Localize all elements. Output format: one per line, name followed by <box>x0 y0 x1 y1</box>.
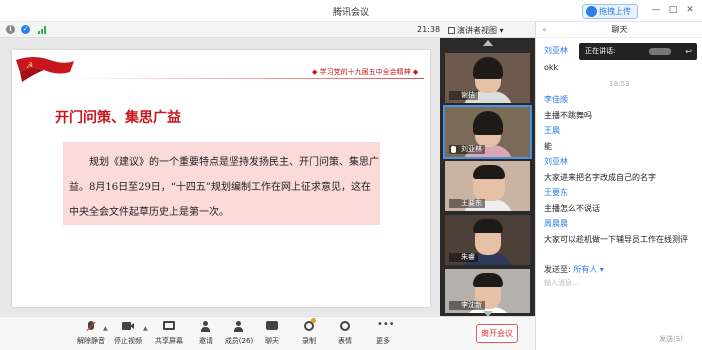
participant-name: 谢桔 <box>449 91 478 100</box>
chat-header: « 聊天 <box>536 22 702 38</box>
chat-icon <box>266 321 278 332</box>
meeting-clock: 21:38 <box>417 25 441 34</box>
upload-label: 拖拽上传 <box>599 7 631 16</box>
participant-name-text: 刘亚林 <box>461 145 482 153</box>
emoji-button[interactable]: 表情 <box>328 321 362 349</box>
message-author[interactable]: 王要东 <box>544 187 568 198</box>
presentation-slide: ☭ ◆ 学习党的十九届五中全会精神 ◆ 开门问策、集思广益 规划《建议》的一个重… <box>12 50 430 307</box>
maximize-button[interactable]: □ <box>668 5 678 15</box>
more-icon: ••• <box>377 319 395 330</box>
more-label: 更多 <box>376 337 390 345</box>
message-author[interactable]: 王晨 <box>544 125 560 136</box>
share-screen-button[interactable]: 共享屏幕 <box>152 321 186 349</box>
video-tile[interactable]: 刘亚林 <box>443 105 532 159</box>
share-screen-icon <box>163 321 175 332</box>
chat-label: 聊天 <box>265 337 279 345</box>
speaking-label: 正在讲话: <box>585 47 616 55</box>
collapse-icon[interactable]: « <box>542 22 547 38</box>
message-author[interactable]: 刘亚林 <box>544 156 568 167</box>
shield-icon[interactable]: ✓ <box>21 25 30 34</box>
participant-name: 朱睿 <box>449 253 478 262</box>
chat-input[interactable]: 输入消息... <box>544 278 694 330</box>
message-timestamp: 18:53 <box>609 80 630 88</box>
record-button[interactable]: 录制 <box>292 318 326 349</box>
speaker-name-blurred <box>649 48 671 55</box>
meeting-toolbar: 解除静音 ▲ 停止视频 ▲ 共享屏幕 邀请 成员(26) 聊天 录制 表情 ••… <box>0 316 535 350</box>
mic-off-icon <box>85 321 97 332</box>
emoji-icon <box>339 321 351 332</box>
record-icon <box>303 318 316 332</box>
message-text: 能 <box>544 142 552 151</box>
view-label: 演讲者视图 <box>457 26 497 35</box>
stop-video-label: 停止视频 <box>114 337 142 345</box>
party-flag-icon: ☭ <box>16 57 74 82</box>
invite-button[interactable]: 邀请 <box>189 321 223 349</box>
emoji-label: 表情 <box>338 337 352 345</box>
message-author[interactable]: 李佳顺 <box>544 94 568 105</box>
send-button[interactable]: 发送(S) <box>659 334 683 344</box>
members-label: 成员(26) <box>224 337 254 345</box>
slide-header: ◆ 学习党的十九届五中全会精神 ◆ <box>312 68 419 76</box>
video-options-icon[interactable]: ▲ <box>143 325 148 332</box>
share-screen-label: 共享屏幕 <box>155 337 183 345</box>
chevron-down-icon: ▾ <box>499 26 504 35</box>
signal-icon <box>38 26 46 34</box>
stop-video-button[interactable]: 停止视频 <box>111 321 145 349</box>
message-text: 主播怎么不说话 <box>544 204 600 213</box>
message-text: 大家进来把名字改成自己的名字 <box>544 173 656 182</box>
chevron-down-icon[interactable]: ▾ <box>597 265 604 274</box>
video-tile[interactable]: 王要东 <box>445 161 530 211</box>
speaking-indicator: 正在讲话: ↩ <box>579 43 697 60</box>
message-text: okk <box>544 63 559 72</box>
shared-screen: ☭ ◆ 学习党的十九届五中全会精神 ◆ 开门问策、集思广益 规划《建议》的一个重… <box>0 38 440 316</box>
title-bar: 腾讯会议 拖拽上传 — □ ✕ <box>0 0 702 22</box>
cloud-icon <box>586 6 597 17</box>
mic-options-icon[interactable]: ▲ <box>103 325 108 332</box>
message-author[interactable]: 刘亚林 <box>544 45 568 56</box>
scroll-up-icon[interactable] <box>483 40 493 46</box>
more-button[interactable]: ••• 更多 <box>366 319 400 349</box>
video-tile[interactable]: 谢桔 <box>445 53 530 103</box>
speaker-view-dropdown[interactable]: 演讲者视图 ▾ <box>448 25 508 36</box>
record-label: 录制 <box>302 337 316 345</box>
svg-text:☭: ☭ <box>26 61 33 70</box>
slide-body: 规划《建议》的一个重要特点是坚持发扬民主、开门问策、集思广益。8月16日至29日… <box>69 157 379 218</box>
invite-label: 邀请 <box>199 337 213 345</box>
video-icon <box>122 321 134 332</box>
upload-button[interactable]: 拖拽上传 <box>582 4 638 19</box>
send-to-selector[interactable]: 发送至: 所有人 ▾ <box>544 264 604 275</box>
info-icon[interactable]: i <box>6 25 15 34</box>
message-text: 主播不跳舞吗 <box>544 111 592 120</box>
participant-name: 刘亚林 <box>449 145 485 154</box>
participant-name: 王要东 <box>449 199 485 208</box>
header-divider <box>72 78 424 79</box>
chat-panel: « 聊天 刘亚林 okk 18:53 李佳顺 主播不跳舞吗 王晨 能 刘亚林 大… <box>535 22 702 350</box>
video-tile[interactable]: 李沈新 <box>445 269 530 313</box>
minimize-button[interactable]: — <box>651 5 661 15</box>
send-to-value[interactable]: 所有人 <box>573 265 597 274</box>
unmute-label: 解除静音 <box>77 337 105 345</box>
message-author[interactable]: 周晨晨 <box>544 218 568 229</box>
send-to-label: 发送至: <box>544 265 571 274</box>
invite-icon <box>200 321 212 332</box>
slide-header-text: 学习党的十九届五中全会精神 <box>319 68 411 76</box>
chat-title: 聊天 <box>611 25 628 34</box>
meeting-info-bar: i ✓ 21:38 <box>0 22 440 38</box>
participant-name: 李沈新 <box>449 301 485 310</box>
video-tile[interactable]: 朱睿 <box>445 215 530 265</box>
members-icon <box>233 321 245 332</box>
grid-icon <box>448 27 455 34</box>
exit-icon[interactable]: ↩ <box>685 43 692 60</box>
close-button[interactable]: ✕ <box>685 5 695 15</box>
members-button[interactable]: 成员(26) <box>222 321 256 349</box>
mic-icon <box>451 146 456 153</box>
message-text: 大家可以趁机做一下辅导员工作在线测评 <box>544 235 688 244</box>
chat-button[interactable]: 聊天 <box>255 321 289 349</box>
leave-meeting-button[interactable]: 离开会议 <box>476 324 518 343</box>
slide-title: 开门问策、集思广益 <box>55 110 181 126</box>
